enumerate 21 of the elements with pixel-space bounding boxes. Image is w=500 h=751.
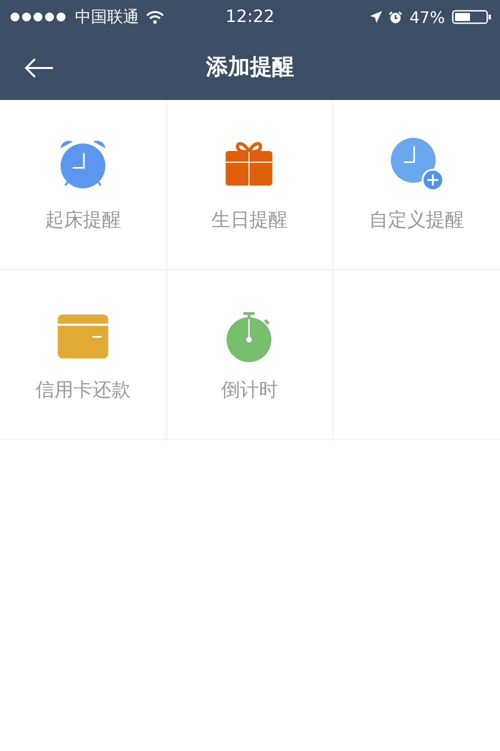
reminder-tile[interactable]: 生日提醒 (166, 100, 334, 270)
reminder-tile[interactable]: 信用卡还款 (0, 270, 167, 440)
reminder-tile[interactable]: 倒计时 (166, 270, 334, 440)
reminder-tile[interactable]: 起床提醒 (0, 100, 167, 270)
signal-icon (10, 12, 68, 22)
carrier-name: 中国联通 (75, 6, 139, 28)
tile-label: 起床提醒 (44, 208, 121, 233)
tile-label: 自定义提醒 (369, 208, 464, 233)
wifi-icon (146, 10, 164, 24)
battery-icon (452, 10, 492, 24)
location-icon (370, 11, 382, 23)
back-arrow-icon (24, 58, 54, 78)
back-button[interactable] (22, 56, 56, 80)
tile-label: 信用卡还款 (35, 378, 130, 403)
alarm-icon (389, 10, 402, 24)
tile-label: 倒计时 (220, 378, 278, 403)
page-title: 添加提醒 (206, 54, 294, 82)
clock-time: 12:22 (226, 7, 274, 27)
reminder-tile[interactable]: 自定义提醒 (333, 100, 500, 270)
tile-label: 生日提醒 (211, 208, 288, 233)
battery-percent: 47% (409, 8, 445, 26)
